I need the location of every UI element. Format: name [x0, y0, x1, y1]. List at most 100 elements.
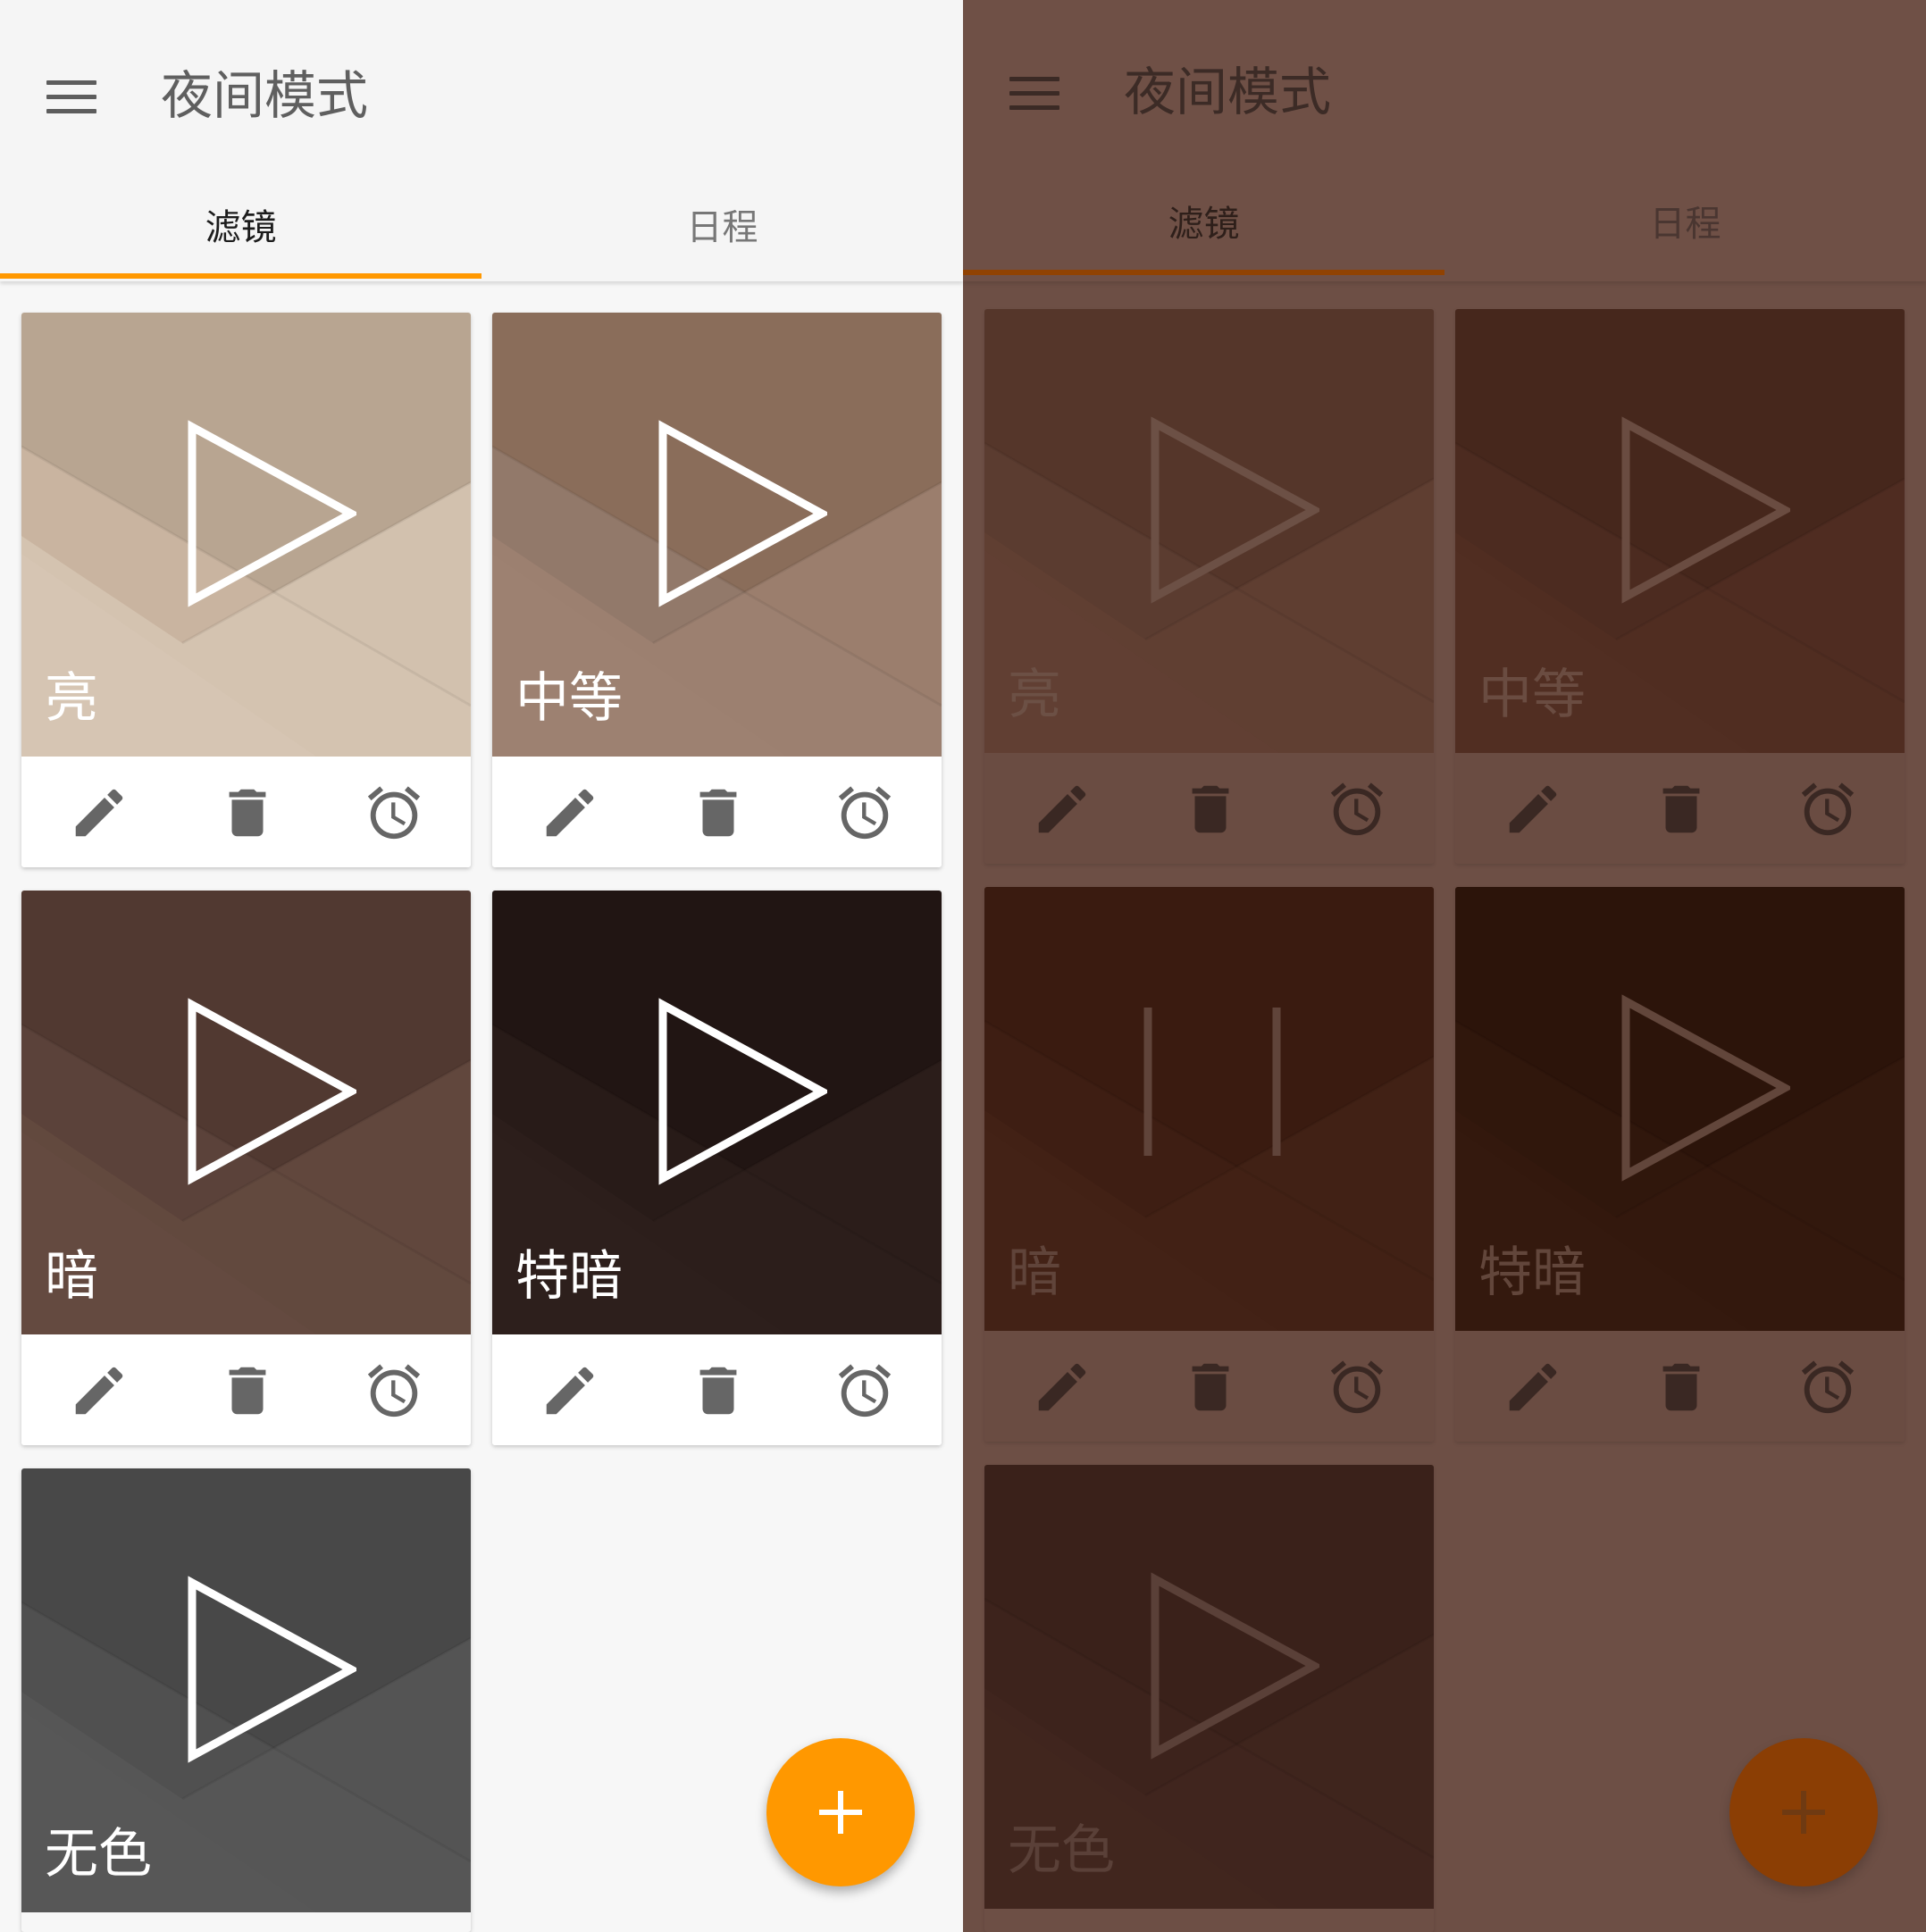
plus-icon — [1782, 1791, 1825, 1834]
filter-label: 特暗 — [1478, 1242, 1586, 1304]
edit-button[interactable] — [1031, 1356, 1093, 1418]
filter-preview[interactable]: 暗 — [21, 891, 471, 1334]
edit-button[interactable] — [539, 782, 601, 844]
alarm-icon — [367, 786, 421, 840]
tab-filters[interactable]: 滤镜 — [963, 197, 1444, 251]
play-icon[interactable] — [1123, 410, 1319, 615]
play-icon[interactable] — [631, 991, 827, 1197]
filter-card[interactable]: 亮 — [984, 309, 1434, 864]
alarm-icon — [1330, 782, 1384, 836]
alarm-button[interactable] — [1796, 1356, 1859, 1418]
filter-card[interactable]: 暗 — [984, 887, 1434, 1442]
delete-icon — [1662, 1363, 1700, 1411]
delete-icon — [699, 789, 737, 837]
play-icon[interactable] — [160, 1569, 356, 1775]
play-icon[interactable] — [160, 991, 356, 1197]
alarm-button[interactable] — [363, 1359, 425, 1422]
pause-icon[interactable] — [1123, 988, 1319, 1193]
filter-card[interactable]: 无色 — [984, 1465, 1434, 1932]
edit-icon — [1038, 785, 1086, 833]
edit-button[interactable] — [68, 782, 130, 844]
play-icon[interactable] — [1594, 988, 1790, 1193]
filter-preview[interactable]: 中等 — [492, 313, 942, 757]
delete-icon — [1662, 785, 1700, 833]
filter-card[interactable]: 中等 — [492, 313, 942, 867]
alarm-icon — [367, 1364, 421, 1418]
tab-filters[interactable]: 滤镜 — [0, 201, 482, 255]
alarm-icon — [838, 1364, 892, 1418]
edit-icon — [75, 789, 123, 837]
card-actions — [984, 1331, 1434, 1442]
filter-card[interactable]: 中等 — [1455, 309, 1905, 864]
delete-icon — [699, 1367, 737, 1415]
edit-button[interactable] — [1031, 778, 1093, 841]
filter-preview[interactable]: 特暗 — [492, 891, 942, 1334]
edit-button[interactable] — [1502, 1356, 1564, 1418]
menu-icon[interactable] — [1008, 73, 1067, 113]
alarm-button[interactable] — [1326, 1356, 1388, 1418]
edit-button[interactable] — [539, 1359, 601, 1422]
filter-label: 无色 — [45, 1823, 152, 1886]
app-bar: 夜间模式 滤镜 日程 — [0, 0, 963, 281]
edit-icon — [1509, 785, 1557, 833]
light-panel: 夜间模式 滤镜 日程 亮 中等暗 特暗无色 — [0, 0, 963, 1932]
filter-label: 中等 — [1478, 664, 1586, 726]
alarm-icon — [1330, 1360, 1384, 1414]
alarm-icon — [838, 786, 892, 840]
tab-schedule[interactable]: 日程 — [1444, 197, 1926, 251]
filter-card[interactable]: 特暗 — [1455, 887, 1905, 1442]
filter-label: 亮 — [45, 667, 98, 730]
filter-card[interactable]: 暗 — [21, 891, 471, 1445]
app-bar: 夜间模式 滤镜 日程 — [963, 0, 1926, 281]
alarm-button[interactable] — [833, 782, 896, 844]
card-actions — [1455, 1331, 1905, 1442]
edit-button[interactable] — [68, 1359, 130, 1422]
dark-panel: 夜间模式 滤镜 日程 亮 中等暗 特暗无色 — [963, 0, 1926, 1932]
play-icon[interactable] — [160, 414, 356, 619]
delete-button[interactable] — [216, 782, 279, 844]
play-icon[interactable] — [1594, 410, 1790, 615]
menu-icon[interactable] — [45, 77, 104, 116]
delete-button[interactable] — [1650, 778, 1712, 841]
filter-preview[interactable]: 特暗 — [1455, 887, 1905, 1331]
add-filter-button[interactable] — [766, 1738, 915, 1886]
filter-preview[interactable]: 中等 — [1455, 309, 1905, 753]
tab-schedule[interactable]: 日程 — [482, 201, 963, 255]
filter-preview[interactable]: 亮 — [984, 309, 1434, 753]
delete-button[interactable] — [687, 782, 749, 844]
delete-button[interactable] — [1179, 778, 1242, 841]
filter-label: 无色 — [1008, 1819, 1115, 1882]
delete-button[interactable] — [1650, 1356, 1712, 1418]
alarm-button[interactable] — [833, 1359, 896, 1422]
alarm-icon — [1801, 1360, 1855, 1414]
card-actions — [492, 757, 942, 867]
card-actions — [1455, 753, 1905, 864]
alarm-icon — [1801, 782, 1855, 836]
play-icon[interactable] — [631, 414, 827, 619]
play-icon[interactable] — [1123, 1566, 1319, 1771]
delete-button[interactable] — [687, 1359, 749, 1422]
alarm-button[interactable] — [1326, 778, 1388, 841]
filter-preview[interactable]: 暗 — [984, 887, 1434, 1331]
filter-card[interactable]: 无色 — [21, 1468, 471, 1932]
tab-indicator — [0, 273, 482, 279]
filter-preview[interactable]: 无色 — [984, 1465, 1434, 1909]
alarm-button[interactable] — [363, 782, 425, 844]
alarm-button[interactable] — [1796, 778, 1859, 841]
filter-card[interactable]: 特暗 — [492, 891, 942, 1445]
filter-label: 暗 — [1008, 1242, 1061, 1304]
filter-label: 特暗 — [515, 1245, 623, 1308]
app-title: 夜间模式 — [1124, 62, 1332, 122]
filter-preview[interactable]: 亮 — [21, 313, 471, 757]
add-filter-button[interactable] — [1729, 1738, 1878, 1886]
filter-card[interactable]: 亮 — [21, 313, 471, 867]
delete-button[interactable] — [1179, 1356, 1242, 1418]
delete-icon — [1192, 1363, 1229, 1411]
filter-preview[interactable]: 无色 — [21, 1468, 471, 1912]
delete-button[interactable] — [216, 1359, 279, 1422]
edit-icon — [75, 1367, 123, 1415]
edit-button[interactable] — [1502, 778, 1564, 841]
delete-icon — [229, 789, 266, 837]
filter-label: 暗 — [45, 1245, 98, 1308]
card-actions — [492, 1334, 942, 1445]
